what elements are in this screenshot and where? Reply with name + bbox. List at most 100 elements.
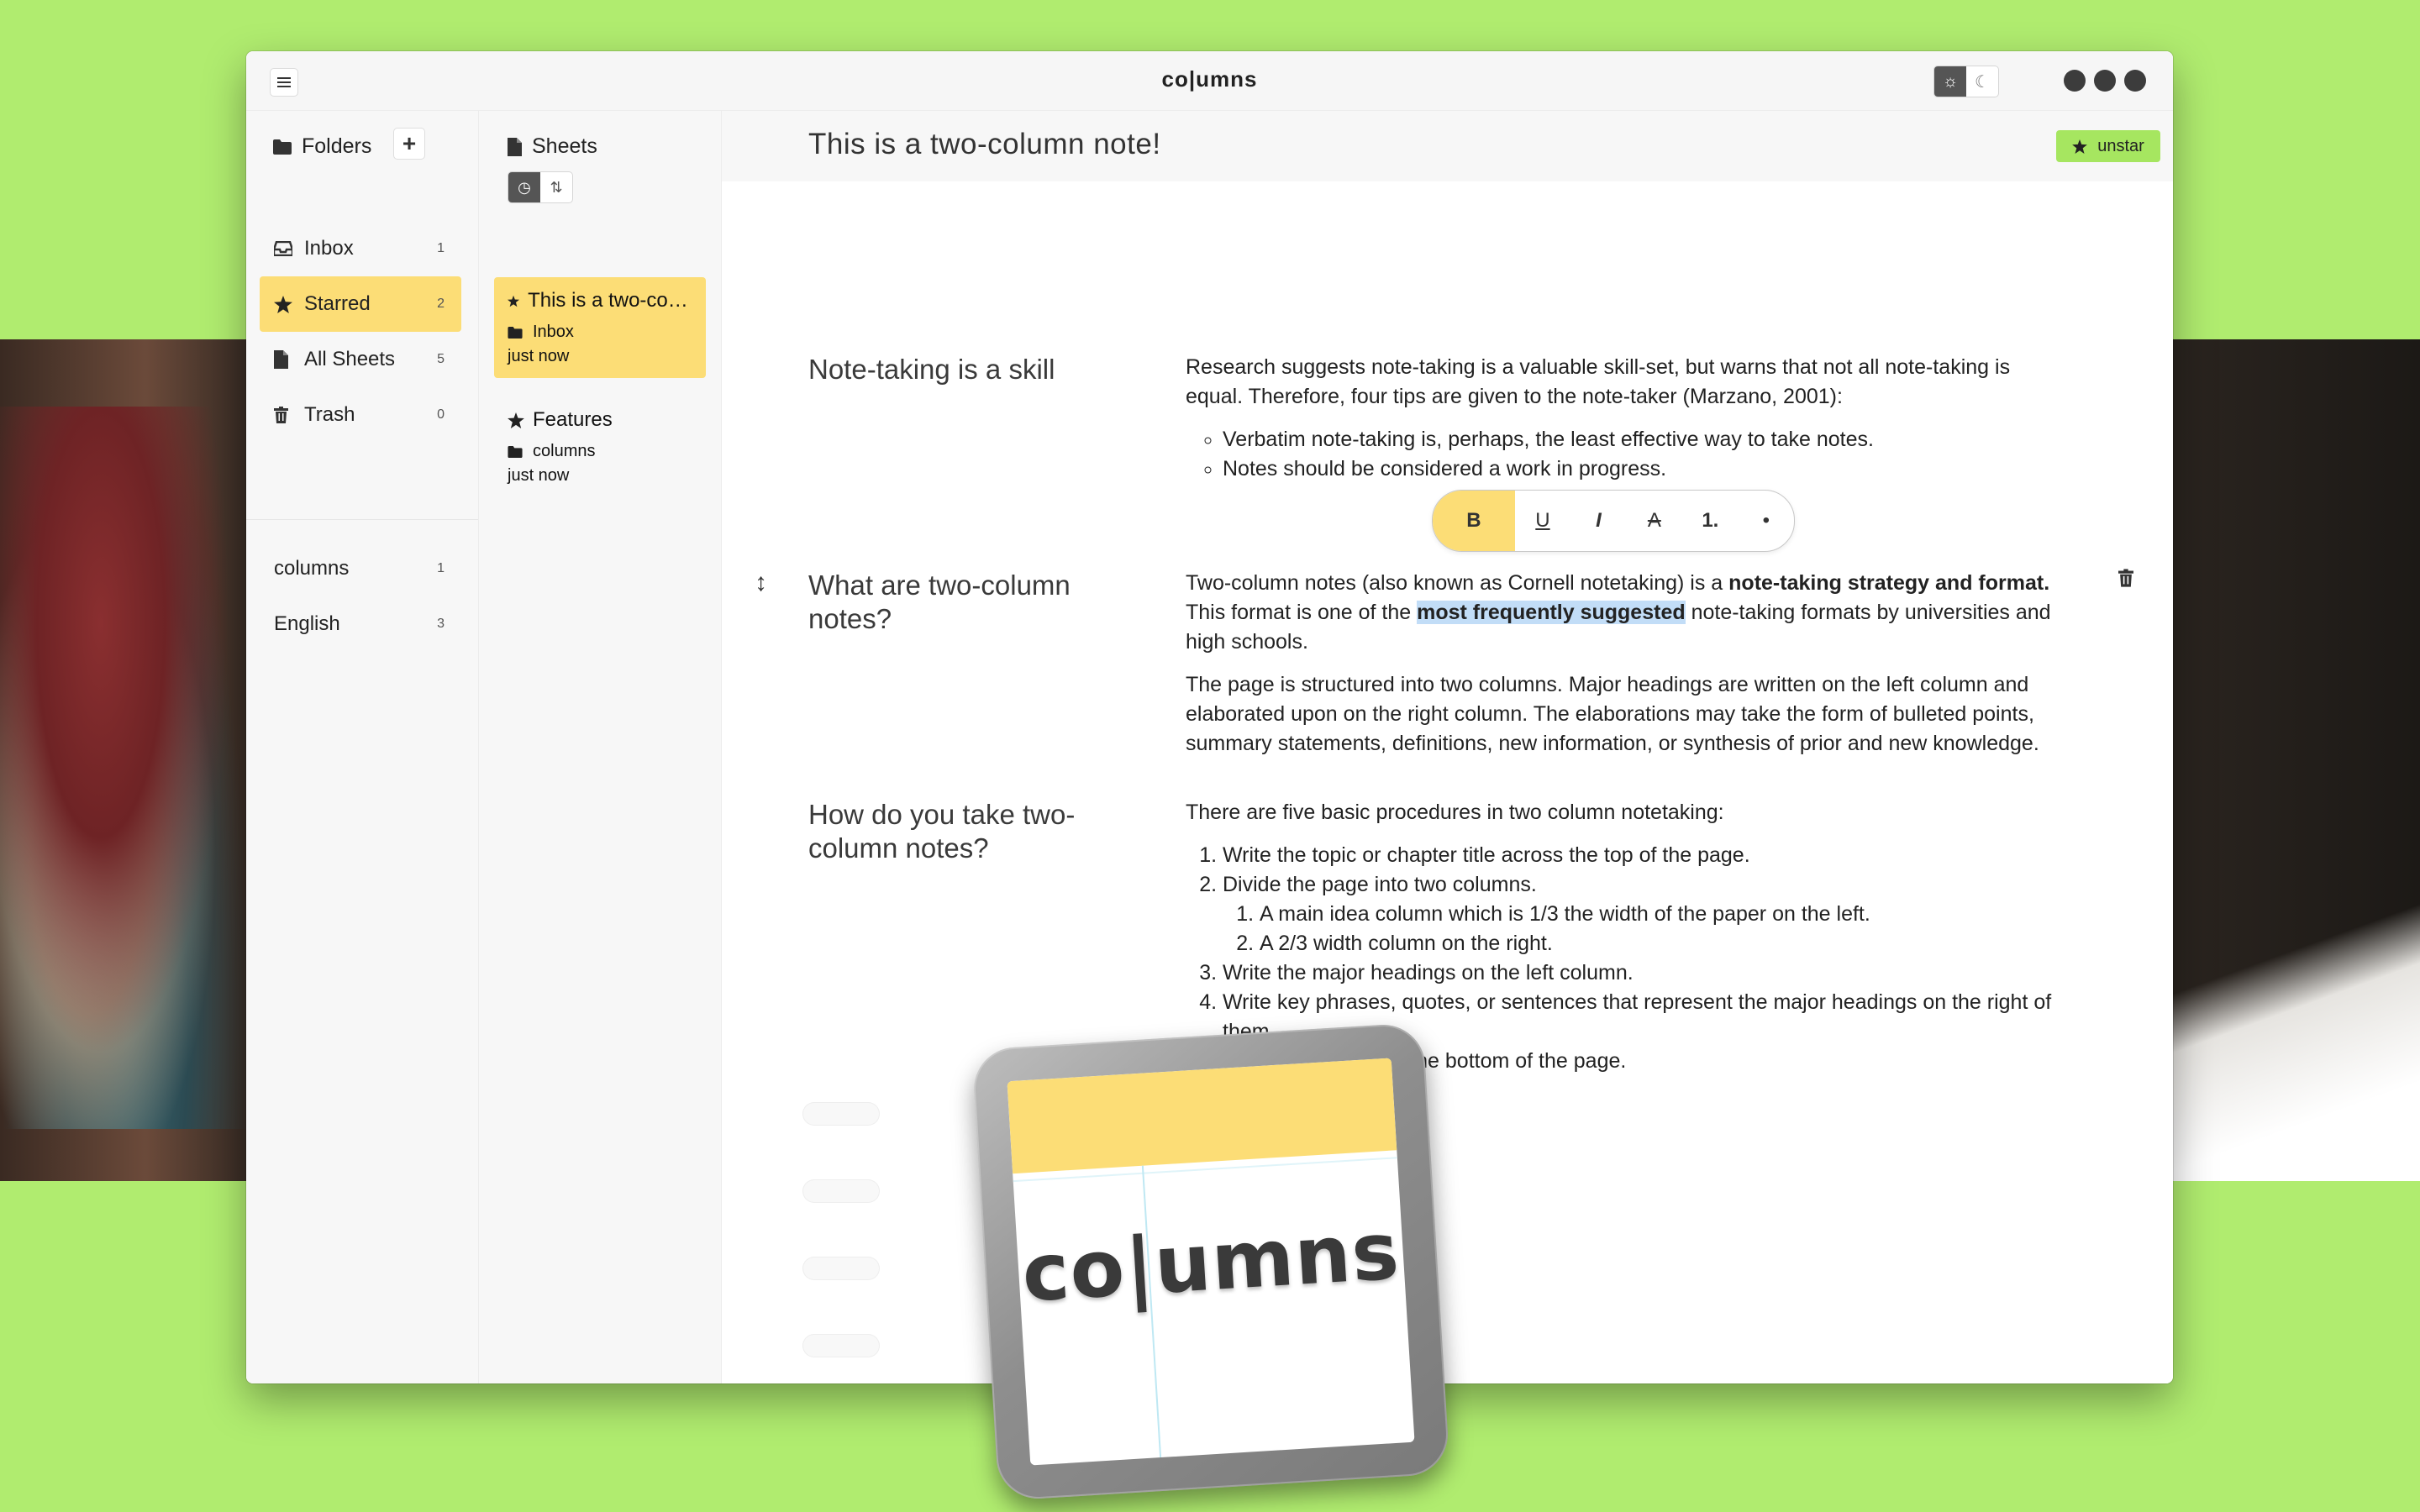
sidebar-item-starred[interactable]: Starred 2 bbox=[260, 276, 461, 332]
logo-band bbox=[1007, 1058, 1397, 1174]
selected-text: most frequently suggested bbox=[1417, 601, 1686, 624]
list-item: Divide the page into two columns. A main… bbox=[1223, 870, 2060, 958]
sort-az-icon: ⇅ bbox=[550, 178, 563, 196]
minimize-button[interactable] bbox=[2064, 70, 2086, 92]
sheet-date: just now bbox=[508, 466, 570, 485]
star-icon bbox=[508, 295, 520, 307]
theme-toggle: ☼ ☾ bbox=[1933, 66, 1999, 97]
unstar-label: unstar bbox=[2097, 136, 2144, 155]
list-item: Verbatim note-taking is, perhaps, the le… bbox=[1223, 425, 2060, 454]
folder-icon bbox=[273, 139, 292, 155]
paragraph: Two-column notes (also known as Cornell … bbox=[1186, 569, 2060, 657]
underline-button[interactable]: U bbox=[1515, 491, 1570, 551]
inbox-icon bbox=[274, 241, 296, 256]
tag-count: 1 bbox=[437, 561, 445, 575]
books-image bbox=[0, 407, 252, 1129]
sun-icon: ☼ bbox=[1942, 71, 1959, 91]
tag-item-english[interactable]: English 3 bbox=[260, 596, 461, 652]
add-folder-button[interactable]: + bbox=[393, 128, 425, 160]
clock-icon: ◷ bbox=[518, 178, 531, 196]
sidebar-item-count: 1 bbox=[437, 241, 445, 255]
sheets-label: Sheets bbox=[532, 134, 597, 158]
list-item-text: Divide the page into two columns. bbox=[1223, 873, 1537, 896]
placeholder-heading bbox=[802, 1102, 880, 1126]
note-title[interactable]: This is a two-column note! bbox=[808, 128, 1161, 161]
editor: This is a two-column note! unstar Note-t… bbox=[722, 111, 2173, 1383]
row-heading[interactable]: How do you take two-column notes? bbox=[808, 798, 1128, 865]
close-button[interactable] bbox=[2124, 70, 2146, 92]
dark-theme-button[interactable]: ☾ bbox=[1966, 66, 1998, 97]
sheet-item[interactable]: This is a two-column note! Inbox just no… bbox=[494, 277, 706, 378]
sidebar-divider bbox=[246, 519, 478, 520]
trash-icon bbox=[2118, 569, 2133, 587]
strikethrough-button[interactable]: A bbox=[1627, 491, 1682, 551]
placeholder-heading bbox=[802, 1179, 880, 1203]
sidebar-item-count: 5 bbox=[437, 352, 445, 366]
delete-row-button[interactable] bbox=[2118, 569, 2133, 591]
app-title: co|umns bbox=[1161, 66, 1258, 92]
star-icon bbox=[508, 412, 524, 428]
app-logo-icon: co|umns bbox=[971, 1022, 1450, 1501]
tag-label: columns bbox=[274, 557, 350, 580]
list-item: Write the topic or chapter title across … bbox=[1223, 841, 2060, 870]
folder-icon bbox=[508, 445, 523, 458]
folders-sidebar: Folders + Inbox 1 Starred 2 All Sheets 5… bbox=[246, 111, 479, 1383]
tag-list: columns 1 English 3 bbox=[260, 541, 461, 652]
sort-alphabetical-button[interactable]: ⇅ bbox=[540, 172, 572, 202]
nested-list: A main idea column which is 1/3 the widt… bbox=[1223, 900, 2060, 958]
placeholder-heading bbox=[802, 1334, 880, 1357]
sidebar-item-label: Inbox bbox=[304, 237, 354, 260]
logo-page: co|umns bbox=[1007, 1058, 1415, 1466]
folder-icon bbox=[508, 326, 523, 339]
italic-button[interactable]: I bbox=[1570, 491, 1626, 551]
titlebar: co|umns ☼ ☾ bbox=[246, 51, 2173, 111]
sidebar-item-label: Trash bbox=[304, 403, 355, 426]
sidebar-item-count: 0 bbox=[437, 407, 445, 422]
sidebar-item-inbox[interactable]: Inbox 1 bbox=[260, 221, 461, 276]
placeholder-heading bbox=[802, 1257, 880, 1280]
sidebar-item-label: All Sheets bbox=[304, 348, 396, 370]
text-run: This format is one of the bbox=[1186, 601, 1418, 624]
moon-icon: ☾ bbox=[1975, 72, 1990, 92]
text-run: Two-column notes (also known as Cornell … bbox=[1186, 571, 1729, 595]
row-heading[interactable]: What are two-column notes? bbox=[808, 569, 1128, 636]
unstar-button[interactable]: unstar bbox=[2056, 130, 2160, 162]
document-icon bbox=[274, 350, 296, 369]
format-toolbar: B U I A 1. • bbox=[1432, 490, 1795, 552]
drag-handle-icon[interactable]: ↕ bbox=[755, 569, 767, 597]
sheet-date: just now bbox=[508, 347, 570, 365]
paragraph: There are five basic procedures in two c… bbox=[1186, 801, 1724, 824]
light-theme-button[interactable]: ☼ bbox=[1934, 66, 1966, 97]
maximize-button[interactable] bbox=[2094, 70, 2116, 92]
ordered-list-button[interactable]: 1. bbox=[1682, 491, 1738, 551]
paper-image bbox=[2168, 877, 2420, 1181]
sort-toggle: ◷ ⇅ bbox=[508, 171, 573, 203]
sheets-header: Sheets bbox=[508, 134, 597, 159]
paragraph: Research suggests note-taking is a valua… bbox=[1186, 355, 2011, 408]
sheet-item[interactable]: Features columns just now bbox=[494, 396, 706, 497]
editor-header: This is a two-column note! unstar bbox=[722, 111, 2173, 181]
folders-label: Folders bbox=[302, 134, 372, 158]
list-item: Write the major headings on the left col… bbox=[1223, 958, 2060, 988]
sheet-title: This is a two-column note! bbox=[528, 289, 692, 312]
sidebar-item-trash[interactable]: Trash 0 bbox=[260, 387, 461, 443]
tag-item-columns[interactable]: columns 1 bbox=[260, 541, 461, 596]
list-item: A main idea column which is 1/3 the widt… bbox=[1260, 900, 2060, 929]
sheet-folder: Inbox bbox=[533, 323, 574, 341]
row-body[interactable]: Two-column notes (also known as Cornell … bbox=[1186, 569, 2060, 772]
bold-button[interactable]: B bbox=[1433, 491, 1515, 551]
sidebar-item-count: 2 bbox=[437, 297, 445, 311]
star-icon bbox=[274, 295, 296, 313]
trash-icon bbox=[274, 407, 296, 423]
bullet-list-button[interactable]: • bbox=[1739, 491, 1794, 551]
sheet-folder: columns bbox=[533, 442, 596, 460]
sidebar-item-all-sheets[interactable]: All Sheets 5 bbox=[260, 332, 461, 387]
document-icon bbox=[508, 137, 522, 156]
sheets-list: Sheets ◷ ⇅ This is a two-column note! In… bbox=[479, 111, 722, 1383]
sort-by-date-button[interactable]: ◷ bbox=[508, 172, 540, 202]
sheet-title: Features bbox=[533, 408, 613, 431]
tag-label: English bbox=[274, 612, 340, 635]
folder-nav: Inbox 1 Starred 2 All Sheets 5 Trash 0 bbox=[260, 221, 461, 443]
folders-header: Folders bbox=[273, 134, 371, 159]
row-heading[interactable]: Note-taking is a skill bbox=[808, 353, 1128, 386]
